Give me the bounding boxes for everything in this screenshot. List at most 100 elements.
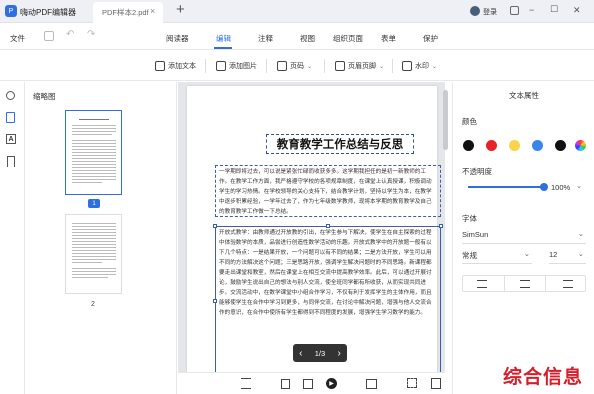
paragraph-2: 开放式教学：由教师通过开放教的引出，在学生参与下解决，使学生在自主探索的过程中体… [219, 230, 432, 316]
color-swatch-blue[interactable] [532, 140, 543, 151]
fit-page-icon[interactable] [241, 378, 251, 389]
page-indicator: 1/3 [314, 348, 326, 358]
menu-file[interactable]: 文件 [10, 33, 25, 44]
watermark-icon [402, 61, 412, 71]
page-navigator: ‹ 1/3 › [293, 344, 347, 362]
redo-icon[interactable]: ↷ [87, 29, 95, 40]
color-swatch-red[interactable] [486, 140, 497, 151]
tab-title: PDF样本2.pdf [102, 8, 149, 17]
document-title: 教育教学工作总结与反思 [276, 137, 404, 151]
edit-toolbar: 添加文本 添加图片 页码 ⌄ 页眉页脚 ⌄ 水印 ⌄ [0, 51, 594, 81]
menu-organize-pages[interactable]: 组织页面 [333, 33, 363, 44]
divider [392, 59, 393, 73]
next-page-button[interactable]: › [337, 348, 340, 359]
active-menu-indicator [214, 47, 232, 49]
page-number-label: 页码 [290, 63, 304, 70]
opacity-value: 100% [551, 183, 571, 192]
app-logo-icon: P [5, 5, 17, 17]
menu-edit[interactable]: 编辑 [216, 33, 231, 44]
rotate-icon[interactable] [431, 378, 441, 389]
color-label: 颜色 [462, 117, 477, 126]
chat-icon[interactable] [510, 6, 519, 15]
font-size-select[interactable]: 12 ⌄ [549, 247, 586, 264]
header-footer-label: 页眉页脚 [348, 63, 376, 70]
divider [545, 276, 546, 291]
app-name: 嗨动PDF编辑器 [20, 8, 76, 17]
color-swatch-black[interactable] [463, 140, 474, 151]
color-swatch-black-2[interactable] [555, 140, 566, 151]
divider [205, 59, 206, 73]
chevron-down-icon: ⌄ [577, 229, 584, 238]
text-recognition-icon[interactable]: A [6, 134, 16, 144]
thumbnail-panel: 缩略图 1 2 [25, 82, 177, 394]
menu-forms[interactable]: 表单 [381, 33, 396, 44]
opacity-slider-thumb[interactable] [540, 183, 548, 191]
watermark-label: 水印 [415, 63, 429, 70]
vertical-scrollbar[interactable] [443, 90, 448, 150]
page-number-button[interactable]: 页码 ⌄ [277, 61, 312, 71]
page-thumbnail-2[interactable] [65, 214, 122, 294]
menu-view[interactable]: 视图 [300, 33, 315, 44]
alignment-group [462, 275, 586, 292]
header-footer-icon [335, 61, 345, 71]
menu-protect[interactable]: 保护 [423, 33, 438, 44]
page-label-1: 1 [88, 199, 100, 208]
divider [266, 59, 267, 73]
play-icon[interactable]: ▶ [326, 378, 337, 389]
menu-bar: 文件 ↶ ↷ 阅读器 编辑 注释 视图 组织页面 表单 保护 [0, 24, 594, 50]
menu-reader[interactable]: 阅读器 [166, 33, 189, 44]
title-text-box[interactable]: 教育教学工作总结与反思 [266, 134, 414, 154]
opacity-slider-track[interactable] [468, 186, 544, 188]
text-edit-icon [155, 61, 165, 71]
actual-size-icon[interactable] [366, 379, 377, 389]
single-page-icon[interactable] [281, 379, 290, 389]
title-bar: P 嗨动PDF编辑器 PDF样本2.pdf × + 登录 − ☐ ✕ [0, 0, 594, 23]
close-window-button[interactable]: ✕ [573, 5, 581, 16]
resize-handle[interactable] [439, 224, 443, 228]
resize-handle[interactable] [213, 224, 217, 228]
chevron-down-icon[interactable]: ⌄ [576, 182, 582, 190]
two-page-icon[interactable] [303, 379, 313, 389]
crop-icon[interactable] [407, 378, 417, 388]
paragraph-1-text-box[interactable]: 一学期即将过去，可以说是紧张忙碌而收获多多。这学期我担任的是初一新教师的工作。在… [215, 165, 441, 217]
watermark-button[interactable]: 水印 ⌄ [402, 61, 437, 71]
resize-handle[interactable] [213, 299, 217, 303]
previous-page-button[interactable]: ‹ [299, 348, 302, 359]
thumbnail-panel-title: 缩略图 [33, 92, 56, 101]
font-label: 字体 [462, 214, 477, 223]
new-tab-button[interactable]: + [176, 1, 185, 18]
search-icon[interactable] [6, 91, 15, 100]
page-number-icon [277, 61, 287, 71]
maximize-button[interactable]: ☐ [550, 4, 558, 15]
divider [504, 276, 505, 291]
font-size-value: 12 [549, 250, 558, 259]
left-rail: A [0, 82, 25, 394]
align-center-icon[interactable] [520, 280, 530, 288]
login-button[interactable]: 登录 [483, 7, 497, 17]
bookmark-icon[interactable] [7, 156, 15, 167]
opacity-label: 不透明度 [462, 167, 492, 176]
color-swatch-yellow[interactable] [509, 140, 520, 151]
add-text-label: 添加文本 [168, 63, 196, 70]
avatar-icon[interactable] [470, 6, 480, 16]
add-text-button[interactable]: 添加文本 [155, 61, 196, 71]
align-left-icon[interactable] [477, 280, 487, 288]
menu-annotate[interactable]: 注释 [258, 33, 273, 44]
minimize-button[interactable]: − [529, 5, 534, 15]
resize-handle[interactable] [326, 224, 330, 228]
save-icon[interactable] [44, 31, 54, 41]
add-image-button[interactable]: 添加图片 [216, 61, 257, 71]
page-thumbnail-1[interactable] [65, 110, 122, 195]
header-footer-button[interactable]: 页眉页脚 ⌄ [335, 61, 384, 71]
chevron-down-icon: ⌄ [577, 249, 584, 258]
page-label-2: 2 [91, 301, 95, 308]
thumbnail-panel-icon[interactable] [6, 112, 15, 123]
font-style-select[interactable]: 常规 ⌄ [462, 247, 532, 264]
font-family-select[interactable]: SimSun ⌄ [462, 227, 586, 244]
paragraph-1: 一学期即将过去，可以说是紧张忙碌而收获多多。这学期我担任的是初一新教师的工作。在… [219, 169, 432, 215]
align-right-icon[interactable] [563, 280, 573, 288]
document-tab[interactable]: PDF样本2.pdf × [93, 2, 163, 23]
color-picker-icon[interactable] [575, 140, 586, 151]
tab-close-icon[interactable]: × [150, 6, 155, 16]
undo-icon[interactable]: ↶ [66, 29, 74, 40]
